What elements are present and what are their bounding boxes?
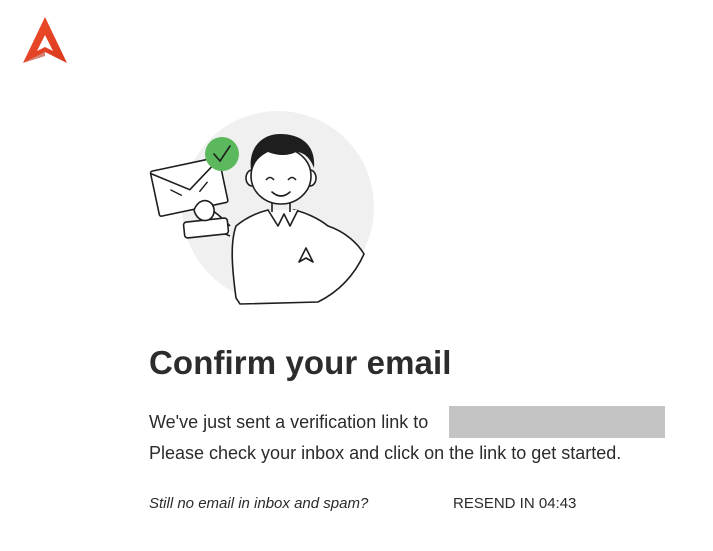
confirm-email-page: Confirm your email We've just sent a ver… — [0, 0, 713, 551]
no-email-prompt: Still no email in inbox and spam? — [149, 495, 369, 512]
resend-countdown-button[interactable]: RESEND IN 04:43 — [453, 495, 576, 512]
check-inbox-text: Please check your inbox and click on the… — [149, 443, 622, 463]
redacted-email-address — [449, 406, 665, 438]
person-with-envelope-illustration — [148, 108, 376, 306]
brand-logo-icon — [20, 15, 70, 67]
page-title: Confirm your email — [149, 344, 452, 381]
verification-sent-text: We've just sent a verification link to — [149, 412, 429, 432]
